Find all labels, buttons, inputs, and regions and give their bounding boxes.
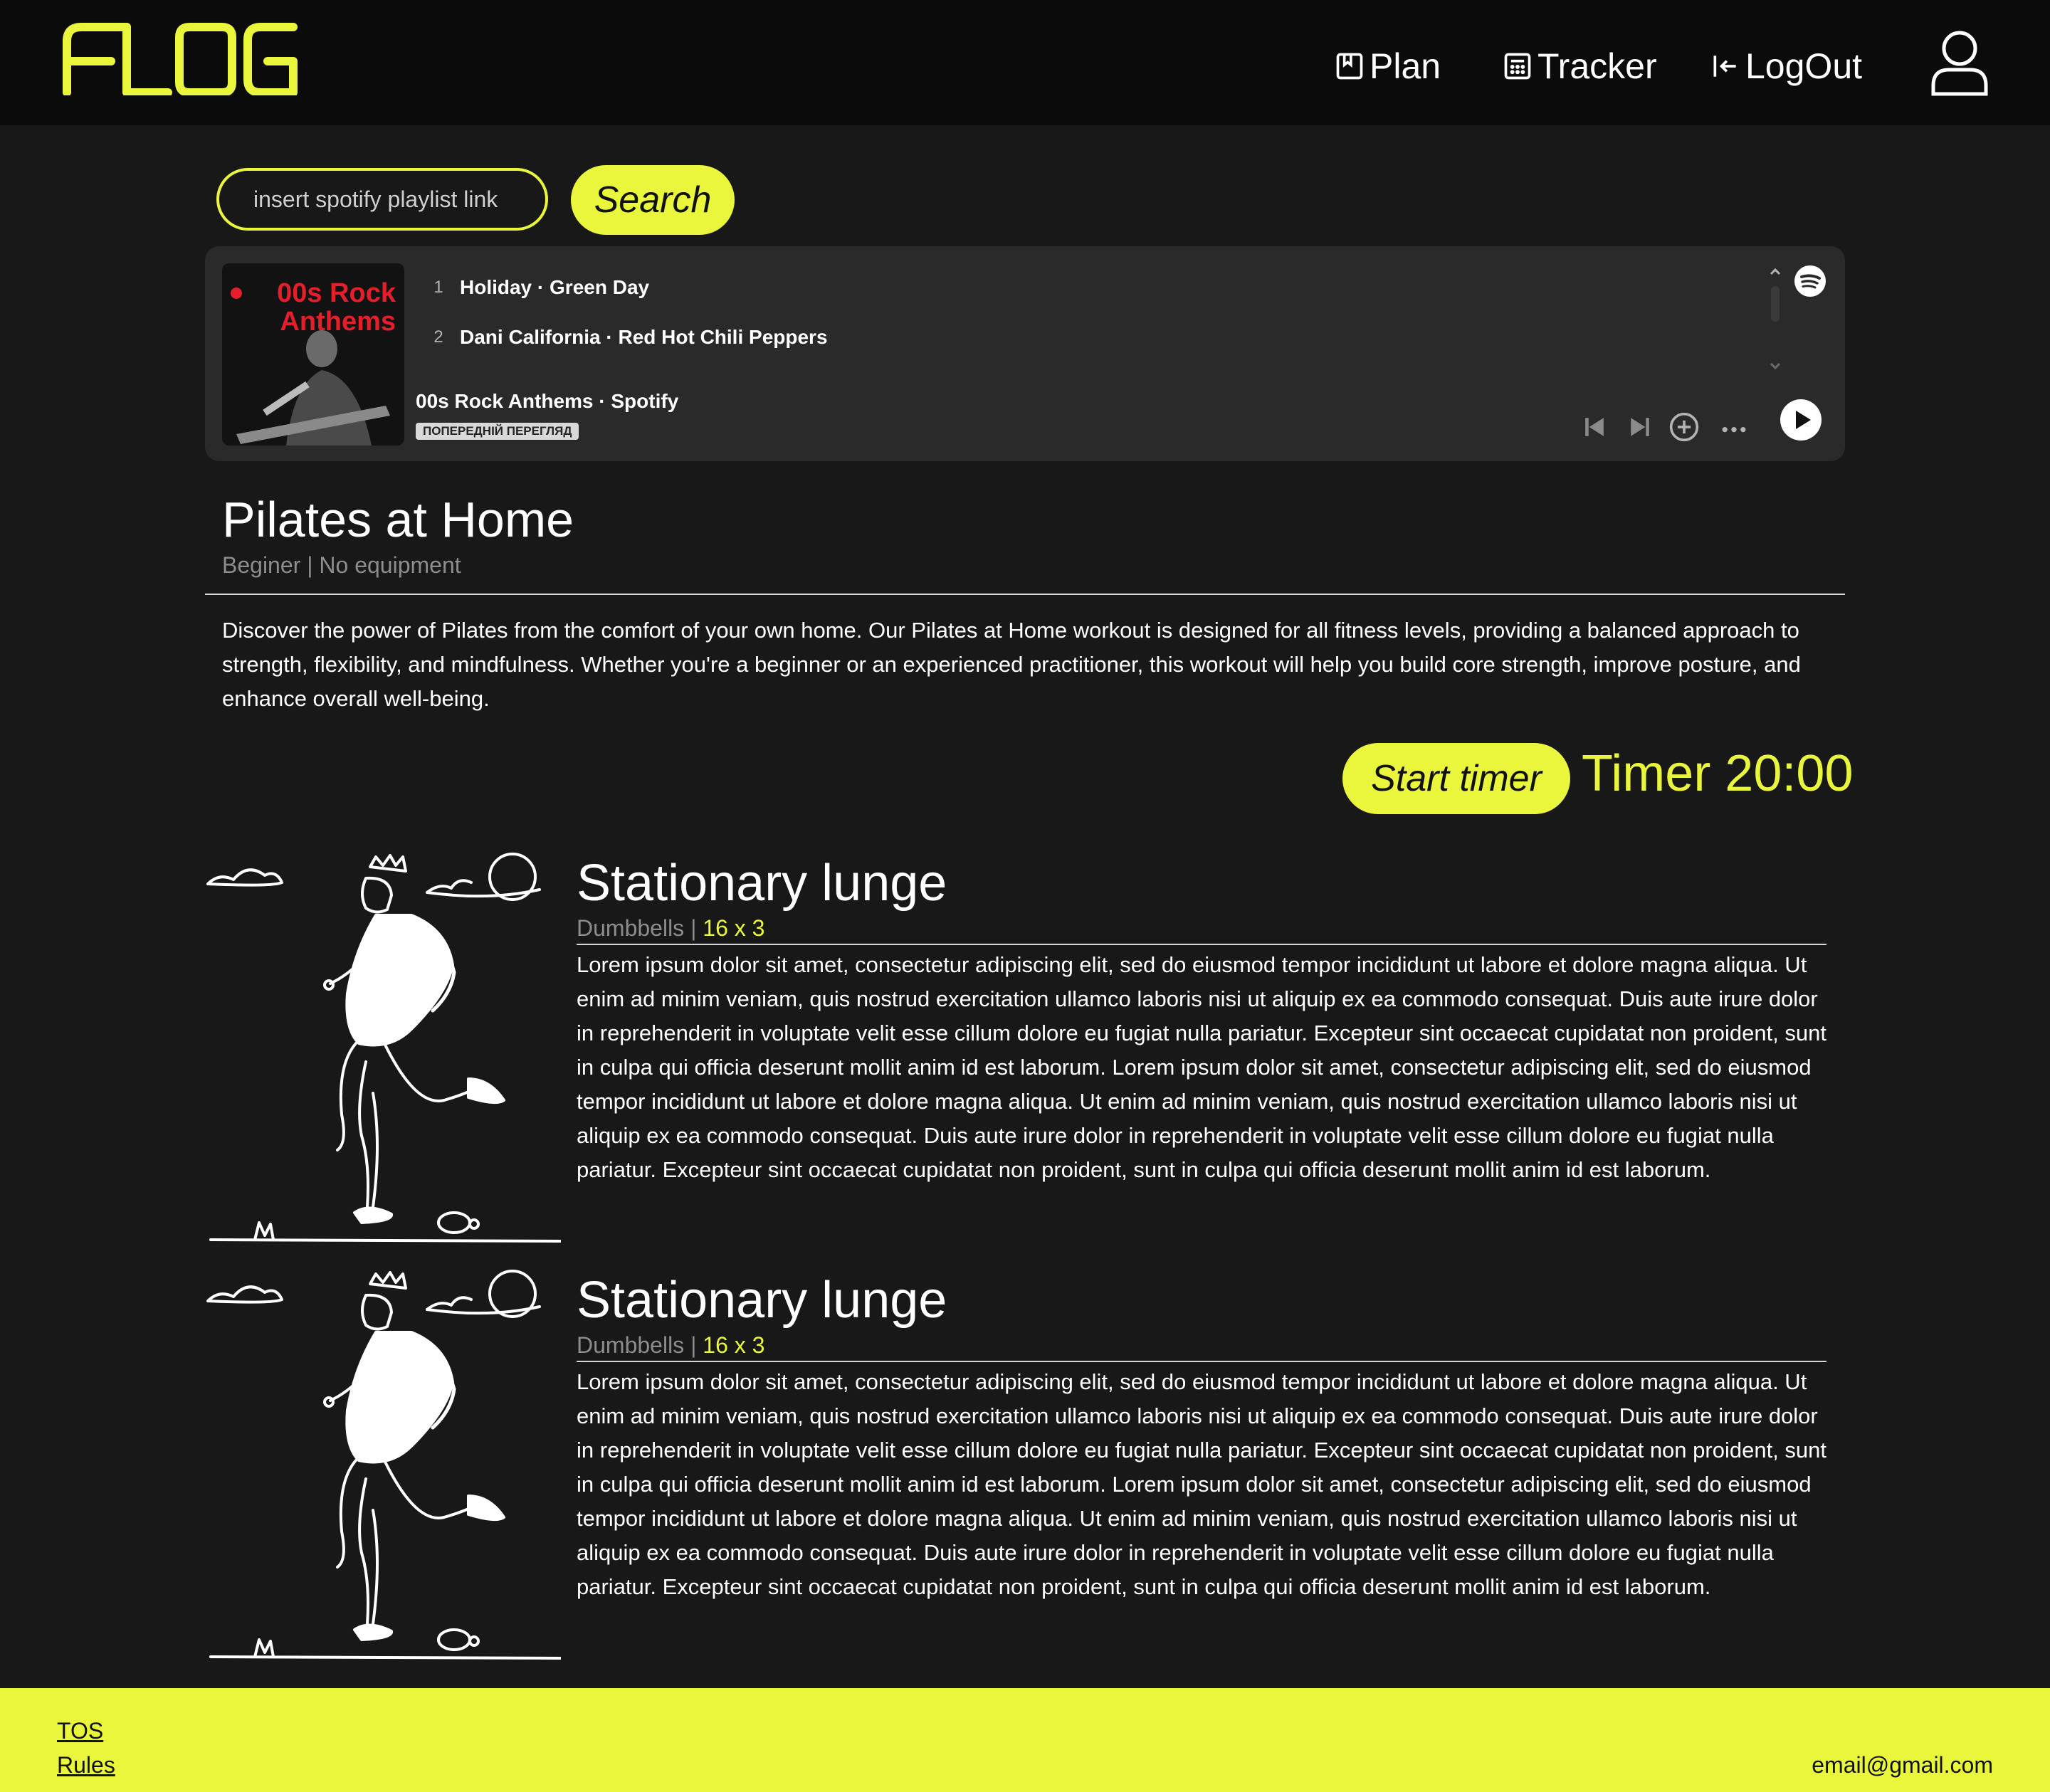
footer: TOS Rules email@gmail.com: [0, 1688, 2050, 1792]
divider: [577, 944, 1826, 945]
spotify-logo-icon[interactable]: [1794, 265, 1826, 297]
chevron-down-icon[interactable]: [1767, 357, 1784, 374]
header: Plan Tracker LogOut: [0, 0, 2050, 125]
track-row[interactable]: 2 Dani California · Red Hot Chili Pepper…: [433, 326, 828, 349]
exercise-reps: 16 x 3: [703, 915, 765, 941]
add-icon[interactable]: [1668, 411, 1700, 443]
nav-logout-label: LogOut: [1745, 46, 1863, 86]
exercise-meta: Dumbbells | 16 x 3: [577, 915, 764, 942]
exercise-description: Lorem ipsum dolor sit amet, consectetur …: [577, 1369, 1826, 1599]
next-track-icon[interactable]: [1624, 411, 1656, 443]
divider: [577, 1361, 1826, 1362]
contact-email: email@gmail.com: [1812, 1752, 1993, 1778]
exercise-meta-separator: |: [684, 1332, 703, 1358]
track-title: Holiday · Green Day: [460, 276, 650, 298]
workout-meta: Beginer | No equipment: [222, 552, 461, 578]
logo[interactable]: [61, 21, 299, 95]
playlist-name[interactable]: 00s Rock Anthems · Spotify: [416, 390, 678, 413]
exercise-description: Lorem ipsum dolor sit amet, consectetur …: [577, 952, 1826, 1182]
playlist-cover[interactable]: 00s Rock Anthems: [222, 263, 404, 446]
nav-logout[interactable]: LogOut: [1710, 41, 1862, 91]
rules-link[interactable]: Rules: [57, 1752, 115, 1778]
lunge-illustration: [206, 853, 561, 1243]
exercise-title: Stationary lunge: [577, 1272, 947, 1329]
spotify-embed: 00s Rock Anthems 1 Holiday · Green Day 2…: [205, 246, 1845, 461]
tos-link[interactable]: TOS: [57, 1718, 103, 1744]
track-list-scrollbar[interactable]: [1771, 286, 1780, 322]
lunge-illustration: [206, 1270, 561, 1660]
exercise-card: Stationary lunge Dumbbells | 16 x 3 Lore…: [205, 1268, 1845, 1667]
bookmark-icon: [1336, 53, 1363, 80]
timer-display: Timer 20:00: [1582, 745, 1854, 802]
exercise-equipment: Dumbbells: [577, 1332, 685, 1358]
logout-icon: [1713, 56, 1736, 77]
nav-tracker-label: Tracker: [1538, 46, 1657, 86]
calculator-icon: [1504, 53, 1531, 80]
user-icon[interactable]: [1929, 28, 1990, 97]
track-number: 2: [433, 327, 443, 347]
play-icon[interactable]: [1780, 399, 1822, 441]
search-button[interactable]: Search: [571, 165, 735, 235]
exercise-reps: 16 x 3: [703, 1332, 765, 1358]
nav-plan[interactable]: Plan: [1334, 41, 1441, 91]
exercise-meta-separator: |: [684, 915, 703, 941]
track-title: Dani California · Red Hot Chili Peppers: [460, 326, 828, 348]
nav-plan-label: Plan: [1370, 46, 1441, 86]
start-timer-button[interactable]: Start timer: [1342, 743, 1570, 814]
cover-guitarist-illustration: [236, 330, 390, 446]
chevron-up-icon[interactable]: [1767, 263, 1784, 280]
previous-track-icon[interactable]: [1579, 411, 1610, 443]
exercise-meta: Dumbbells | 16 x 3: [577, 1332, 764, 1359]
more-options-icon[interactable]: [1718, 411, 1750, 443]
track-number: 1: [433, 278, 443, 297]
nav-tracker[interactable]: Tracker: [1502, 41, 1657, 91]
workout-description: Discover the power of Pilates from the c…: [222, 618, 1801, 711]
preview-badge: ПОПЕРЕДНІЙ ПЕРЕГЛЯД: [416, 423, 579, 440]
track-row[interactable]: 1 Holiday · Green Day: [433, 276, 649, 299]
exercise-card: Stationary lunge Dumbbells | 16 x 3 Lore…: [205, 851, 1845, 1250]
exercise-equipment: Dumbbells: [577, 915, 685, 941]
divider: [205, 594, 1845, 595]
search-input[interactable]: [216, 168, 548, 231]
page-title: Pilates at Home: [222, 492, 574, 547]
exercise-title: Stationary lunge: [577, 855, 947, 912]
